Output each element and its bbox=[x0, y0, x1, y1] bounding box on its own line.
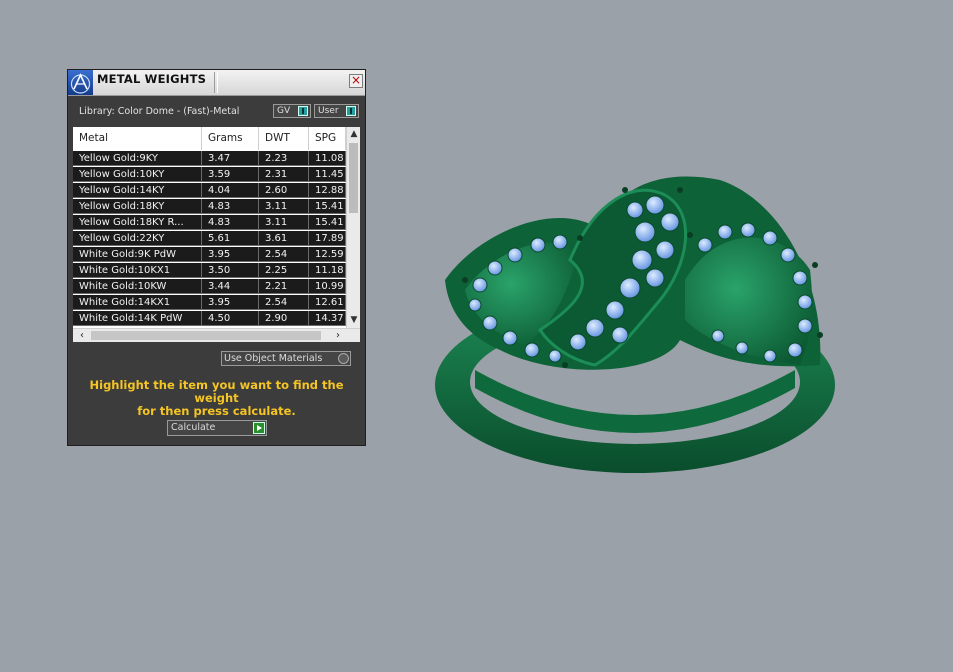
table-row[interactable]: White Gold:14K PdW 4.50 2.90 14.37 bbox=[73, 311, 346, 326]
table-row[interactable]: White Gold:10KW 3.44 2.21 10.99 bbox=[73, 279, 346, 294]
metal-weights-panel: METAL WEIGHTS × Library: Color Dome - (F… bbox=[67, 69, 366, 446]
cell-dwt: 2.21 bbox=[259, 279, 309, 294]
cell-spg: 12.61 bbox=[309, 295, 346, 310]
panel-titlebar[interactable]: METAL WEIGHTS × bbox=[68, 70, 365, 96]
toggle-switch-icon bbox=[346, 106, 356, 116]
calculate-button[interactable]: Calculate bbox=[167, 420, 267, 436]
cell-dwt: 3.11 bbox=[259, 215, 309, 230]
horizontal-scrollbar[interactable]: ‹ › bbox=[73, 328, 360, 342]
table-row[interactable]: Yellow Gold:14KY 4.04 2.60 12.88 bbox=[73, 183, 346, 198]
table-row[interactable]: White Gold:14KX1 3.95 2.54 12.61 bbox=[73, 295, 346, 310]
cell-dwt: 2.31 bbox=[259, 167, 309, 182]
use-object-materials-label: Use Object Materials bbox=[224, 353, 323, 364]
instruction-line-1: Highlight the item you want to find the … bbox=[89, 378, 344, 405]
cell-metal: White Gold:10KW bbox=[73, 279, 202, 294]
scroll-left-icon[interactable]: ‹ bbox=[75, 329, 89, 342]
cell-metal: White Gold:10KX1 bbox=[73, 263, 202, 278]
cell-spg: 15.41 bbox=[309, 215, 346, 230]
cell-dwt: 3.11 bbox=[259, 199, 309, 214]
title-divider bbox=[214, 72, 218, 93]
vertical-scrollbar[interactable]: ▲ ▼ bbox=[346, 127, 360, 328]
table-row[interactable]: White Gold:10KX1 3.50 2.25 11.18 bbox=[73, 263, 346, 278]
cell-spg: 12.88 bbox=[309, 183, 346, 198]
column-header-metal[interactable]: Metal bbox=[73, 127, 202, 150]
cell-spg: 10.99 bbox=[309, 279, 346, 294]
column-header-dwt[interactable]: DWT bbox=[259, 127, 309, 150]
cell-metal: White Gold:14K PdW bbox=[73, 311, 202, 326]
instruction-text: Highlight the item you want to find the … bbox=[68, 379, 365, 418]
3d-viewport[interactable] bbox=[420, 160, 860, 490]
toggle-switch-icon bbox=[298, 106, 308, 116]
library-label: Library: Color Dome - (Fast)-Metal bbox=[79, 106, 240, 117]
play-arrow-icon bbox=[253, 422, 265, 434]
cell-grams: 4.04 bbox=[202, 183, 259, 198]
cell-grams: 4.83 bbox=[202, 215, 259, 230]
cell-metal: White Gold:14KX1 bbox=[73, 295, 202, 310]
panel-title: METAL WEIGHTS bbox=[97, 72, 207, 86]
cell-metal: Yellow Gold:18KY bbox=[73, 199, 202, 214]
cell-spg: 11.45 bbox=[309, 167, 346, 182]
cell-grams: 3.59 bbox=[202, 167, 259, 182]
cell-grams: 3.95 bbox=[202, 247, 259, 262]
cell-spg: 17.89 bbox=[309, 231, 346, 246]
cell-spg: 11.08 bbox=[309, 151, 346, 166]
instruction-line-2: for then press calculate. bbox=[137, 404, 296, 418]
cell-dwt: 2.25 bbox=[259, 263, 309, 278]
cell-dwt: 2.54 bbox=[259, 295, 309, 310]
metal-table: Metal Grams DWT SPG Yellow Gold:9KY 3.47 2… bbox=[73, 127, 360, 342]
cell-dwt: 2.54 bbox=[259, 247, 309, 262]
cell-spg: 15.41 bbox=[309, 199, 346, 214]
table-row[interactable]: White Gold:9K PdW 3.95 2.54 12.59 bbox=[73, 247, 346, 262]
close-icon[interactable]: × bbox=[349, 74, 363, 88]
cell-metal: Yellow Gold:22KY bbox=[73, 231, 202, 246]
ring-model-image bbox=[435, 176, 835, 473]
cell-metal: Yellow Gold:10KY bbox=[73, 167, 202, 182]
gv-toggle-label: GV bbox=[277, 106, 291, 116]
table-row[interactable]: Yellow Gold:18KY R... 4.83 3.11 15.41 bbox=[73, 215, 346, 230]
gv-toggle[interactable]: GV bbox=[273, 104, 311, 118]
cell-dwt: 2.23 bbox=[259, 151, 309, 166]
cell-metal: Yellow Gold:18KY R... bbox=[73, 215, 202, 230]
scroll-down-icon[interactable]: ▼ bbox=[348, 314, 360, 326]
app-logo-icon bbox=[68, 70, 93, 95]
table-header: Metal Grams DWT SPG bbox=[73, 127, 346, 150]
table-row[interactable]: Yellow Gold:22KY 5.61 3.61 17.89 bbox=[73, 231, 346, 246]
cell-dwt: 2.90 bbox=[259, 311, 309, 326]
cell-dwt: 2.60 bbox=[259, 183, 309, 198]
cell-dwt: 3.61 bbox=[259, 231, 309, 246]
user-toggle-label: User bbox=[318, 106, 339, 116]
scroll-thumb-horizontal[interactable] bbox=[91, 331, 321, 340]
column-header-grams[interactable]: Grams bbox=[202, 127, 259, 150]
calculate-label: Calculate bbox=[171, 422, 216, 433]
cell-grams: 3.47 bbox=[202, 151, 259, 166]
cell-grams: 3.95 bbox=[202, 295, 259, 310]
user-toggle[interactable]: User bbox=[314, 104, 359, 118]
table-row[interactable]: Yellow Gold:10KY 3.59 2.31 11.45 bbox=[73, 167, 346, 182]
cell-metal: Yellow Gold:14KY bbox=[73, 183, 202, 198]
cell-grams: 5.61 bbox=[202, 231, 259, 246]
radio-icon bbox=[338, 353, 349, 364]
scroll-up-icon[interactable]: ▲ bbox=[348, 128, 360, 140]
cell-metal: Yellow Gold:9KY bbox=[73, 151, 202, 166]
scroll-thumb[interactable] bbox=[349, 143, 358, 213]
cell-spg: 11.18 bbox=[309, 263, 346, 278]
scroll-right-icon[interactable]: › bbox=[331, 329, 345, 342]
table-row[interactable]: Yellow Gold:9KY 3.47 2.23 11.08 bbox=[73, 151, 346, 166]
cell-grams: 3.50 bbox=[202, 263, 259, 278]
use-object-materials-toggle[interactable]: Use Object Materials bbox=[221, 351, 351, 366]
cell-spg: 12.59 bbox=[309, 247, 346, 262]
table-row[interactable]: Yellow Gold:18KY 4.83 3.11 15.41 bbox=[73, 199, 346, 214]
cell-spg: 14.37 bbox=[309, 311, 346, 326]
cell-metal: White Gold:9K PdW bbox=[73, 247, 202, 262]
column-header-spg[interactable]: SPG bbox=[309, 127, 346, 150]
cell-grams: 3.44 bbox=[202, 279, 259, 294]
cell-grams: 4.83 bbox=[202, 199, 259, 214]
cell-grams: 4.50 bbox=[202, 311, 259, 326]
